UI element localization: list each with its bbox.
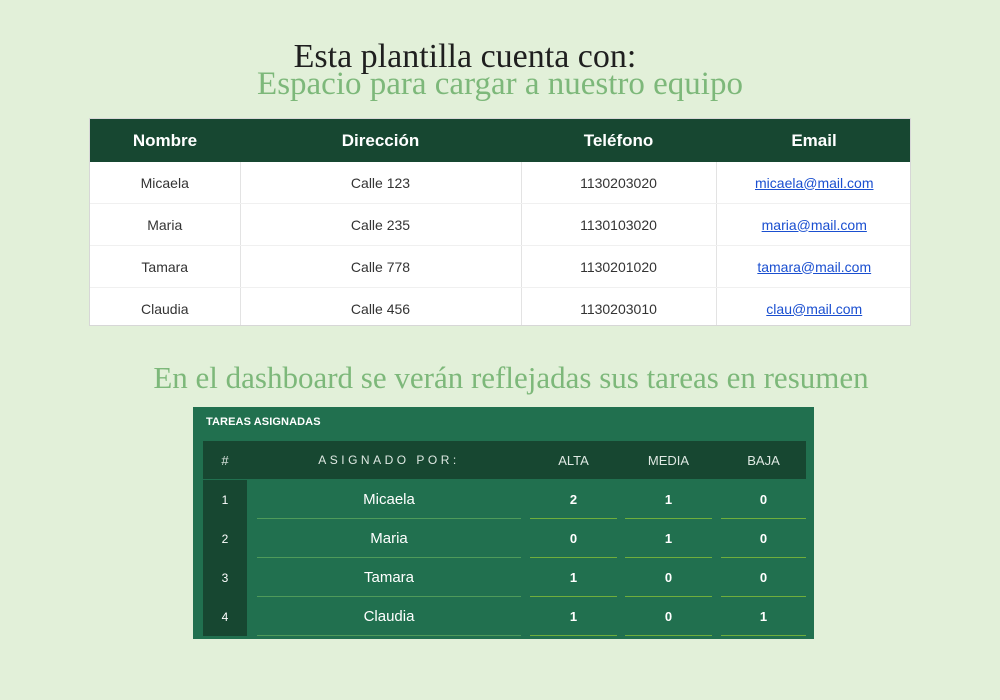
- column-header-name: Nombre: [90, 119, 240, 162]
- cell-phone: 1130203010: [521, 287, 717, 325]
- medium-count: 1: [625, 519, 712, 558]
- contacts-header-row: Nombre Dirección Teléfono Email: [90, 119, 910, 162]
- column-header-address: Dirección: [240, 119, 521, 162]
- column-header-number: #: [221, 452, 229, 468]
- cell-name: Micaela: [90, 162, 241, 204]
- tasks-panel-title: TAREAS ASIGNADAS: [206, 416, 321, 428]
- cell-email: clau@mail.com: [716, 287, 910, 325]
- email-link[interactable]: clau@mail.com: [766, 301, 862, 317]
- cell-address: Calle 235: [240, 203, 522, 246]
- tasks-header-row: # ASIGNADO POR: ALTA MEDIA BAJA: [203, 441, 806, 479]
- row-number: 4: [203, 597, 247, 636]
- assignee-name: Tamara: [257, 558, 521, 597]
- cell-name: Tamara: [90, 245, 241, 288]
- cell-address: Calle 778: [240, 245, 522, 288]
- cell-name: Claudia: [90, 287, 241, 325]
- cell-email: tamara@mail.com: [716, 245, 910, 288]
- cell-email: maria@mail.com: [716, 203, 910, 246]
- heading-dashboard-summary: En el dashboard se verán reflejadas sus …: [153, 360, 869, 395]
- tasks-dashboard-panel: TAREAS ASIGNADAS # ASIGNADO POR: ALTA ME…: [193, 407, 814, 639]
- heading-team-space: Espacio para cargar a nuestro equipo: [257, 66, 743, 102]
- cell-email: micaela@mail.com: [716, 162, 910, 204]
- column-header-high: ALTA: [558, 452, 589, 468]
- table-row: 3 Tamara 1 0 0: [203, 558, 806, 597]
- high-count: 1: [530, 558, 617, 597]
- low-count: 1: [721, 597, 806, 636]
- assignee-name: Claudia: [257, 597, 521, 636]
- column-header-medium: MEDIA: [647, 452, 690, 468]
- email-link[interactable]: maria@mail.com: [762, 217, 867, 233]
- medium-count: 0: [625, 558, 712, 597]
- table-row: Claudia Calle 456 1130203010 clau@mail.c…: [90, 287, 910, 325]
- low-count: 0: [721, 519, 806, 558]
- column-header-low: BAJA: [747, 452, 780, 468]
- table-row: Maria Calle 235 1130103020 maria@mail.co…: [90, 203, 910, 246]
- high-count: 0: [530, 519, 617, 558]
- column-header-phone: Teléfono: [521, 119, 716, 162]
- cell-phone: 1130203020: [521, 162, 717, 204]
- low-count: 0: [721, 558, 806, 597]
- medium-count: 0: [625, 597, 712, 636]
- row-number: 1: [203, 480, 247, 519]
- row-number: 2: [203, 519, 247, 558]
- assignee-name: Micaela: [257, 480, 521, 519]
- table-row: Micaela Calle 123 1130203020 micaela@mai…: [90, 162, 910, 204]
- cell-address: Calle 456: [240, 287, 522, 325]
- column-header-email: Email: [716, 119, 910, 162]
- high-count: 1: [530, 597, 617, 636]
- low-count: 0: [721, 480, 806, 519]
- row-number: 3: [203, 558, 247, 597]
- column-header-assigned-by: ASIGNADO POR:: [318, 453, 460, 467]
- table-row: 2 Maria 0 1 0: [203, 519, 806, 558]
- email-link[interactable]: micaela@mail.com: [755, 175, 873, 191]
- cell-address: Calle 123: [240, 162, 522, 204]
- assignee-name: Maria: [257, 519, 521, 558]
- table-row: Tamara Calle 778 1130201020 tamara@mail.…: [90, 245, 910, 288]
- high-count: 2: [530, 480, 617, 519]
- cell-phone: 1130103020: [521, 203, 717, 246]
- cell-phone: 1130201020: [521, 245, 717, 288]
- contacts-table: Nombre Dirección Teléfono Email Micaela …: [89, 118, 911, 326]
- cell-name: Maria: [90, 203, 241, 246]
- table-row: 1 Micaela 2 1 0: [203, 480, 806, 519]
- medium-count: 1: [625, 480, 712, 519]
- email-link[interactable]: tamara@mail.com: [757, 259, 871, 275]
- table-row: 4 Claudia 1 0 1: [203, 597, 806, 636]
